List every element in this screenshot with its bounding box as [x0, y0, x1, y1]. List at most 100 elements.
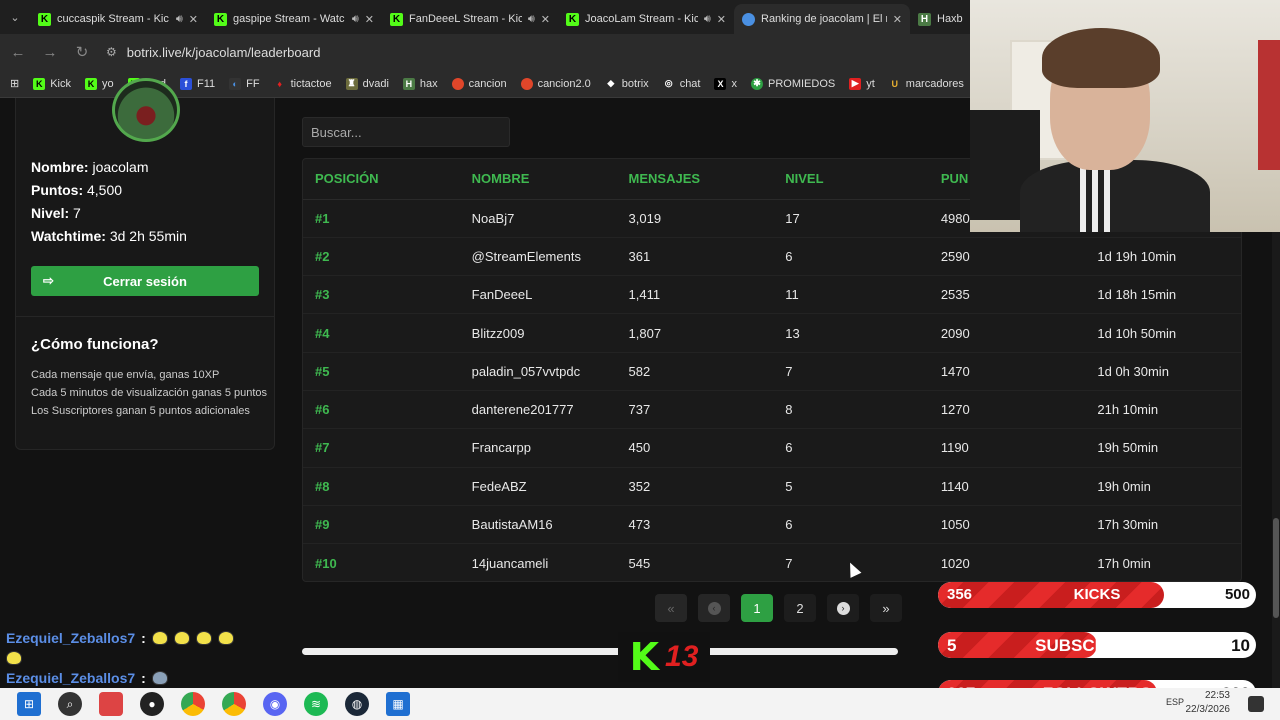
- bookmark-label: cancion2.0: [537, 77, 591, 90]
- bookmark-label: cancion: [468, 77, 507, 90]
- language-indicator[interactable]: ESP: [1166, 697, 1184, 707]
- bookmark-cancion[interactable]: cancion: [451, 77, 507, 90]
- page-2-button[interactable]: 2: [784, 594, 816, 622]
- notification-icon[interactable]: [1248, 696, 1264, 712]
- cell-messages: 3,019: [616, 199, 774, 238]
- cell-watchtime: 21h 10min: [1085, 390, 1241, 430]
- clock[interactable]: 22:53 22/3/2026: [1186, 689, 1231, 717]
- url-field[interactable]: ⚙ botrix.live/k/joacolam/leaderboard: [106, 45, 320, 60]
- cell-points: 2590: [928, 237, 1086, 277]
- logout-button[interactable]: ⇨ Cerrar sesión: [31, 266, 259, 296]
- search-icon[interactable]: ⌕: [58, 692, 82, 716]
- close-icon[interactable]: ✕: [365, 13, 374, 26]
- header-messages[interactable]: MENSAJES: [616, 159, 774, 200]
- heart-icon: ♦: [277, 78, 282, 89]
- bookmark-marcadores[interactable]: Umarcadores: [889, 78, 964, 90]
- globe-icon: ◐: [229, 77, 242, 90]
- apps-icon[interactable]: ⊞: [10, 77, 19, 90]
- page-1-button[interactable]: 1: [741, 594, 773, 622]
- speaker-icon[interactable]: 🔊︎: [704, 13, 711, 26]
- name-label: Nombre:: [31, 159, 89, 175]
- bookmark-kick[interactable]: K Kick: [33, 77, 71, 90]
- bookmark-f11[interactable]: f F11: [180, 77, 215, 90]
- next-page-button[interactable]: ›: [827, 594, 859, 622]
- bookmark-tictactoe[interactable]: ♦ tictactoe: [274, 78, 331, 90]
- how-item: Cada 5 minutos de visualización ganas 5 …: [31, 387, 268, 399]
- tab-joacolam[interactable]: K JoacoLam Stream - Kic 🔊︎ ✕: [558, 4, 734, 34]
- back-icon[interactable]: ←: [10, 44, 26, 61]
- close-icon[interactable]: ✕: [717, 13, 726, 26]
- tab-title: JoacoLam Stream - Kic: [585, 13, 698, 25]
- header-name[interactable]: NOMBRE: [459, 159, 617, 200]
- start-icon[interactable]: ⊞: [17, 692, 41, 716]
- cell-name: Francarpp: [459, 428, 617, 468]
- bookmark-yo[interactable]: Kyo: [85, 77, 114, 90]
- bookmark-yt[interactable]: ▶ yt: [849, 77, 875, 90]
- table-row: #7 Francarpp 450 6 1190 19h 50min: [303, 428, 1241, 468]
- bookmark-label: yt: [866, 77, 875, 90]
- first-page-button[interactable]: «: [655, 594, 687, 622]
- bookmark-dvadi[interactable]: ♜ dvadi: [345, 77, 389, 90]
- forward-icon[interactable]: →: [42, 44, 58, 61]
- discord-icon[interactable]: ◉: [263, 692, 287, 716]
- chrome-icon[interactable]: [181, 692, 205, 716]
- emote-icon: [151, 671, 168, 685]
- reload-icon[interactable]: ↻: [74, 43, 90, 61]
- tab-cuccaspik[interactable]: K cuccaspik Stream - Kic 🔊︎ ✕: [30, 4, 206, 34]
- obs-icon[interactable]: ●: [140, 692, 164, 716]
- bookmark-label: Kick: [50, 77, 71, 90]
- bookmark-chat[interactable]: ◎ chat: [663, 78, 701, 90]
- kick-icon: K: [38, 12, 51, 26]
- cell-points: 1190: [928, 428, 1086, 468]
- tab-fandeeel[interactable]: K FanDeeeL Stream - Kic 🔊︎ ✕: [382, 4, 558, 34]
- spotify-icon[interactable]: ≋: [304, 692, 328, 716]
- goal-bar-subscribers: 5 SUBSCRIBERS 10: [938, 632, 1256, 658]
- emote-icon: [217, 631, 234, 645]
- jacket-stripe: [1092, 168, 1098, 232]
- steam-icon[interactable]: ◍: [345, 692, 369, 716]
- cell-points: 1050: [928, 505, 1086, 545]
- bookmark-hax[interactable]: Hhax: [402, 77, 438, 90]
- speaker-icon[interactable]: 🔊︎: [176, 13, 183, 26]
- app-icon[interactable]: ▦: [386, 692, 410, 716]
- close-icon[interactable]: ✕: [541, 13, 550, 26]
- last-page-button[interactable]: »: [870, 594, 902, 622]
- close-icon[interactable]: ✕: [189, 13, 198, 26]
- horizontal-scrollbar[interactable]: [302, 648, 898, 655]
- logout-icon: ⇨: [43, 273, 54, 288]
- search-input[interactable]: [302, 117, 510, 147]
- jacket-stripe: [1104, 168, 1110, 232]
- scrollbar-thumb[interactable]: [1273, 518, 1279, 618]
- bookmark-promiedos[interactable]: ✱ PROMIEDOS: [750, 77, 835, 90]
- chat-separator: :: [141, 630, 146, 646]
- bookmark-botrix[interactable]: ◆ botrix: [605, 78, 648, 90]
- bookmark-ff[interactable]: ◐ FF: [229, 77, 260, 90]
- watchtime-label: Watchtime:: [31, 228, 106, 244]
- header-level[interactable]: NIVEL: [773, 159, 929, 200]
- close-icon[interactable]: ✕: [893, 13, 902, 26]
- youtube-icon: ▶: [849, 77, 862, 90]
- prev-page-button[interactable]: ‹: [698, 594, 730, 622]
- table-row: #6 danterene201777 737 8 1270 21h 10min: [303, 390, 1241, 430]
- cell-name: danterene201777: [459, 390, 617, 430]
- site-info-icon[interactable]: ⚙: [106, 45, 117, 59]
- speaker-icon[interactable]: 🔊︎: [352, 13, 359, 26]
- kick-logo-number: 13: [665, 640, 699, 673]
- bookmark-x[interactable]: Xx: [714, 77, 737, 90]
- cell-watchtime: 17h 0min: [1097, 555, 1151, 571]
- cell-position: #10: [315, 555, 337, 571]
- speaker-icon[interactable]: 🔊︎: [528, 13, 535, 26]
- app-icon[interactable]: [99, 692, 123, 716]
- how-it-works-list: Cada mensaje que envía, ganas 10XP Cada …: [31, 366, 267, 420]
- bookmark-cancion2[interactable]: cancion2.0: [520, 77, 591, 90]
- header-position[interactable]: POSICIÓN: [303, 159, 460, 200]
- tab-gaspipe[interactable]: K gaspipe Stream - Watc 🔊︎ ✕: [206, 4, 382, 34]
- cell-points: 1020: [940, 555, 970, 571]
- profile-level: 7: [73, 205, 81, 221]
- avatar: [112, 78, 180, 142]
- chrome-icon[interactable]: [222, 692, 246, 716]
- cell-position: #3: [303, 275, 460, 315]
- tab-search-icon[interactable]: ⌄: [0, 0, 30, 34]
- tab-ranking[interactable]: Ranking de joacolam | El m ✕: [734, 4, 910, 34]
- level-label: Nivel:: [31, 205, 70, 221]
